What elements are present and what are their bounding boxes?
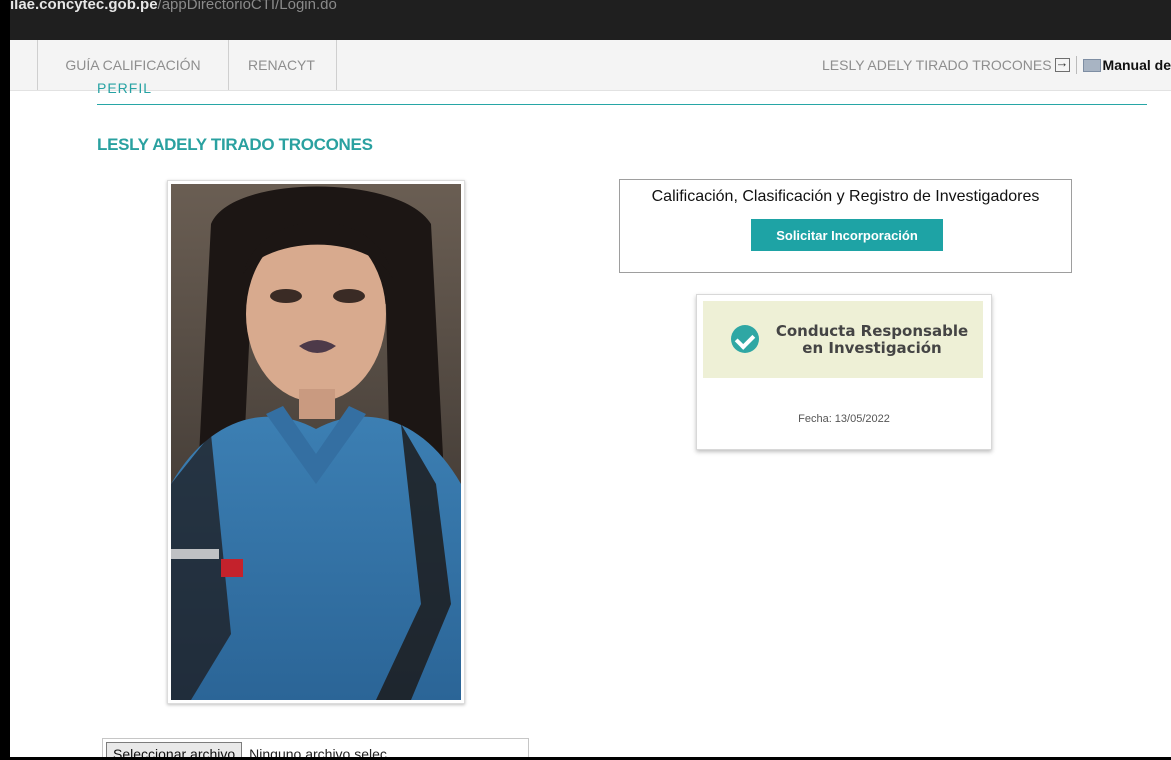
researcher-registry-card: Calificación, Clasificación y Registro d… xyxy=(619,179,1072,273)
mail-icon[interactable] xyxy=(1082,58,1101,72)
page: ilae.concytec.gob.pe/appDirectorioCTI/Lo… xyxy=(10,0,1171,760)
tab-renacyt[interactable]: RENACYT xyxy=(227,40,337,90)
user-name-link[interactable]: LESLY ADELY TIRADO TROCONES xyxy=(822,57,1052,73)
profile-photo xyxy=(171,184,461,700)
url-text: ilae.concytec.gob.pe/appDirectorioCTI/Lo… xyxy=(10,0,337,13)
profile-name: LESLY ADELY TIRADO TROCONES xyxy=(97,135,373,154)
section-heading: PERFIL xyxy=(97,80,153,96)
certificate-title: Conducta Responsable en Investigación xyxy=(775,322,969,357)
solicitar-incorporacion-button[interactable]: Solicitar Incorporación xyxy=(751,219,943,251)
section-divider xyxy=(97,104,1147,105)
manual-link[interactable]: Manual de xyxy=(1103,57,1171,73)
card-title: Calificación, Clasificación y Registro d… xyxy=(651,188,1040,205)
responsible-conduct-certificate[interactable]: Conducta Responsable en Investigación Fe… xyxy=(696,294,992,450)
certificate-header: Conducta Responsable en Investigación xyxy=(703,301,983,378)
check-circle-icon xyxy=(731,325,759,353)
logout-icon[interactable] xyxy=(1054,55,1070,72)
profile-photo-frame xyxy=(167,180,465,704)
nav-separator xyxy=(1075,56,1077,74)
browser-address-bar[interactable]: ilae.concytec.gob.pe/appDirectorioCTI/Lo… xyxy=(10,0,1171,40)
certificate-date: Fecha: 13/05/2022 xyxy=(798,413,890,425)
user-nav: LESLY ADELY TIRADO TROCONES Manual de xyxy=(822,40,1171,90)
top-navigation: GUÍA CALIFICACIÓN RENACYT LESLY ADELY TI… xyxy=(10,40,1171,91)
